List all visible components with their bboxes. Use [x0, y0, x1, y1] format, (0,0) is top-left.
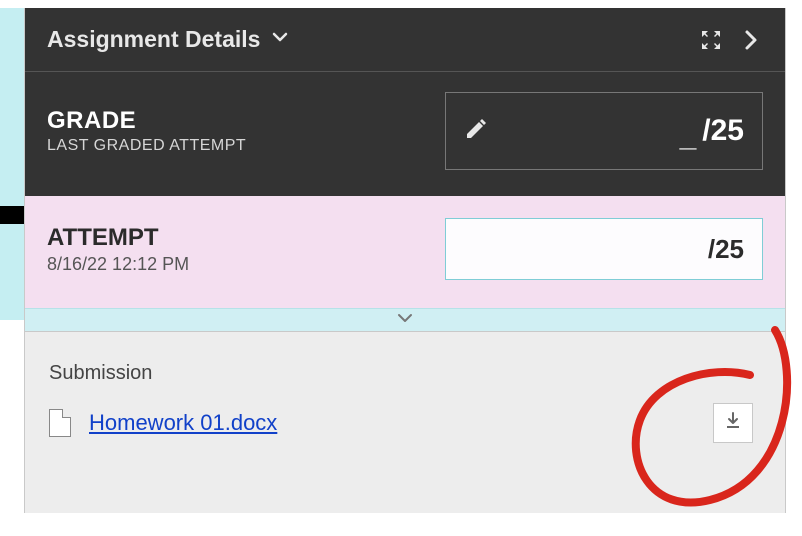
document-icon	[49, 409, 71, 437]
next-icon[interactable]	[731, 20, 771, 60]
panel-title: Assignment Details	[47, 26, 260, 53]
submission-section: Submission Homework 01.docx	[25, 332, 785, 513]
attempt-grade-input[interactable]: /25	[445, 218, 763, 280]
download-button[interactable]	[713, 403, 753, 443]
grade-value: _	[680, 120, 697, 154]
grade-label: GRADE	[47, 107, 246, 135]
download-icon	[723, 411, 743, 436]
chevron-down-icon	[397, 311, 413, 329]
pencil-icon	[464, 117, 488, 146]
submission-heading: Submission	[49, 362, 761, 385]
left-rail-highlight	[0, 8, 24, 320]
attempt-timestamp: 8/16/22 12:12 PM	[47, 254, 189, 275]
left-rail-marker	[0, 206, 24, 224]
grade-out-of: /25	[702, 114, 744, 148]
grade-section: GRADE LAST GRADED ATTEMPT _ /25	[25, 72, 785, 196]
grade-input-box[interactable]: _ /25	[445, 92, 763, 170]
submission-file-row: Homework 01.docx	[49, 403, 761, 443]
expand-icon[interactable]	[691, 20, 731, 60]
panel-header: Assignment Details	[25, 8, 785, 72]
grade-labels: GRADE LAST GRADED ATTEMPT	[47, 107, 246, 155]
attempt-labels: ATTEMPT 8/16/22 12:12 PM	[47, 224, 189, 275]
assignment-details-panel: Assignment Details GRADE LAST GRADED ATT…	[24, 8, 786, 513]
chevron-down-icon[interactable]	[270, 27, 290, 52]
submission-file-link[interactable]: Homework 01.docx	[89, 410, 277, 436]
grade-sublabel: LAST GRADED ATTEMPT	[47, 137, 246, 155]
attempt-section: ATTEMPT 8/16/22 12:12 PM /25	[25, 196, 785, 308]
attempt-label: ATTEMPT	[47, 224, 189, 252]
collapse-toggle[interactable]	[25, 308, 785, 332]
attempt-out-of: /25	[708, 234, 744, 265]
